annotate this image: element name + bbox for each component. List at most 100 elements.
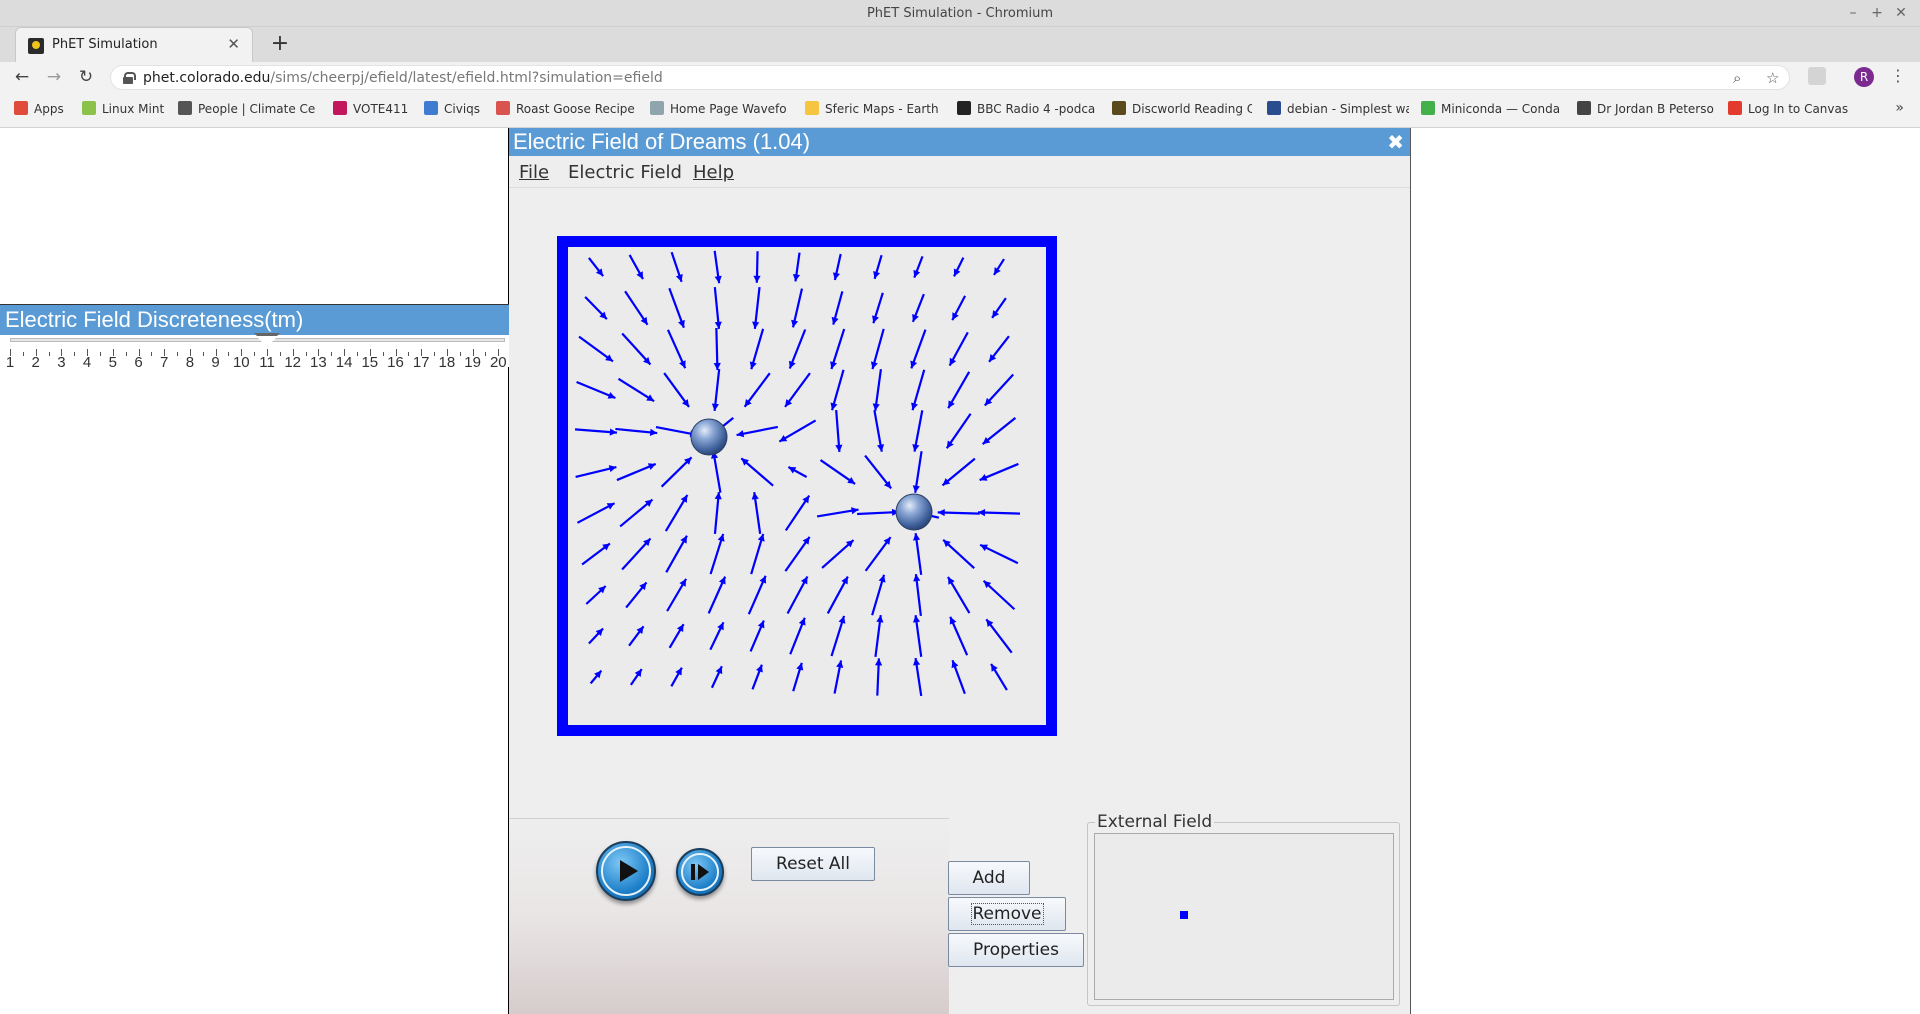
slider-tick-label: 13 [310, 354, 327, 371]
external-field-canvas[interactable] [1094, 833, 1394, 1000]
slider-minor-tick [202, 352, 204, 356]
field-vector-head [875, 658, 883, 666]
slider-tick-label: 20 [489, 354, 507, 371]
add-button[interactable]: Add [948, 861, 1030, 895]
field-vector-head [713, 362, 721, 370]
bookmark-item[interactable]: VOTE411 [333, 101, 411, 119]
slider-tick-label: 11 [259, 354, 275, 371]
bookmark-item[interactable]: People | Climate Ce [178, 101, 320, 119]
window-titlebar: PhET Simulation - Chromium – + ✕ [0, 0, 1920, 27]
bookmark-item[interactable]: BBC Radio 4 -podca [957, 101, 1097, 119]
bookmark-label: Apps [34, 102, 64, 116]
play-icon [620, 860, 638, 882]
back-icon[interactable]: ← [11, 66, 33, 88]
slider-tick-label: 15 [361, 354, 379, 371]
slider-minor-tick [382, 352, 384, 356]
tab-close-icon[interactable]: ✕ [227, 35, 240, 53]
discreteness-header: Electric Field Discreteness(tm) [0, 304, 509, 335]
forward-icon[interactable]: → [43, 66, 65, 88]
slider-minor-tick [22, 352, 24, 356]
menu-help[interactable]: Help [693, 162, 734, 183]
tab-phet-simulation[interactable]: PhET Simulation ✕ [15, 27, 253, 62]
bookmark-label: Sferic Maps - Earth [825, 102, 939, 116]
bookmark-label: Home Page Wavefo [670, 102, 787, 116]
bookmark-item[interactable]: Roast Goose Recipe [496, 101, 636, 119]
slider-minor-tick [125, 352, 127, 356]
bookmark-item[interactable]: Home Page Wavefo [650, 101, 795, 119]
charge-particle[interactable] [690, 418, 728, 456]
bookmark-icon [14, 101, 28, 115]
external-field-label: External Field [1095, 812, 1215, 832]
browser-toolbar: ← → ↻ phet.colorado.edu/sims/cheerpj/efi… [0, 62, 1920, 92]
bookmark-item[interactable]: Dr Jordan B Peterso [1577, 101, 1717, 119]
field-vector-head [649, 428, 658, 436]
reload-icon[interactable]: ↻ [75, 66, 97, 88]
discreteness-slider[interactable]: 1 2 3 4 5 6 7 8 9 10 11 12 13 14 15 16 17 18 19 20 [0, 333, 509, 371]
play-button[interactable] [596, 841, 656, 901]
external-field-handle[interactable] [1180, 911, 1188, 919]
step-button[interactable] [676, 848, 724, 896]
field-vector-head [937, 508, 945, 517]
slider-tick-label: 7 [160, 354, 169, 371]
bookmark-item[interactable]: Civiqs [424, 101, 484, 119]
url-text[interactable]: phet.colorado.edu/sims/cheerpj/efield/la… [143, 70, 663, 86]
bookmark-item[interactable]: Linux Mint [82, 101, 172, 119]
menu-file[interactable]: File [519, 162, 549, 183]
field-vector-head [714, 492, 722, 500]
profile-avatar[interactable]: R [1854, 67, 1874, 87]
close-window-icon[interactable]: ✕ [1891, 3, 1911, 23]
bookmark-item[interactable]: Log In to Canvas [1728, 101, 1848, 119]
remove-button[interactable]: Remove [948, 897, 1066, 931]
slider-minor-tick [99, 352, 101, 356]
bookmark-label: People | Climate Ce [198, 102, 316, 116]
field-vector-head [736, 430, 745, 438]
slider-thumb[interactable] [256, 336, 278, 347]
menu-electric-field[interactable]: Electric Field [568, 162, 682, 183]
bookmark-label: debian - Simplest wa [1287, 102, 1409, 116]
zoom-icon[interactable]: ⌕ [1733, 69, 1741, 87]
slider-minor-tick [48, 352, 50, 356]
slider-tick-label: 6 [134, 354, 143, 371]
bookmark-star-icon[interactable]: ☆ [1766, 69, 1779, 87]
slider-tick-label: 2 [31, 354, 40, 371]
slider-minor-tick [485, 352, 487, 356]
browser-menu-icon[interactable]: ⋮ [1890, 66, 1906, 85]
field-vector-head [791, 319, 799, 328]
simulation-window: Electric Field of Dreams (1.04) ✖ File E… [509, 128, 1411, 1014]
bookmark-icon [424, 101, 438, 115]
electric-field-canvas[interactable] [557, 236, 1057, 736]
tab-label: PhET Simulation [52, 37, 158, 52]
slider-tick-label: 5 [108, 354, 117, 371]
slider-tick-label: 4 [82, 354, 92, 371]
field-vector-head [836, 660, 844, 668]
step-icon [698, 864, 709, 880]
field-vector-head [832, 272, 840, 280]
minimize-icon[interactable]: – [1843, 3, 1863, 23]
extension-icon[interactable] [1808, 67, 1826, 85]
bookmark-item[interactable]: Discworld Reading C [1112, 101, 1252, 119]
bookmark-icon [496, 101, 510, 115]
field-vector-head [675, 274, 683, 282]
bookmark-icon [1728, 101, 1742, 115]
bookmark-item[interactable]: debian - Simplest wa [1267, 101, 1409, 119]
new-tab-icon[interactable]: + [268, 32, 292, 56]
bookmark-item[interactable]: Sferic Maps - Earth [805, 101, 945, 119]
slider-minor-tick [228, 352, 230, 356]
window-title: PhET Simulation - Chromium [866, 6, 1054, 21]
close-simulation-icon[interactable]: ✖ [1387, 130, 1404, 154]
bookmarks-overflow-icon[interactable]: » [1895, 100, 1904, 116]
slider-minor-tick [177, 352, 179, 356]
bookmark-item[interactable]: Miniconda — Conda [1421, 101, 1561, 119]
slider-minor-tick [305, 352, 307, 356]
reset-all-button[interactable]: Reset All [751, 847, 875, 881]
maximize-icon[interactable]: + [1867, 3, 1887, 23]
charge-particle[interactable] [895, 493, 933, 531]
field-vector-head [835, 444, 843, 452]
field-vector-head [753, 275, 761, 283]
slider-tick-label: 19 [464, 354, 481, 371]
address-bar[interactable]: phet.colorado.edu/sims/cheerpj/efield/la… [110, 65, 1790, 90]
bookmark-item[interactable]: Apps [14, 101, 74, 119]
properties-button[interactable]: Properties [948, 933, 1084, 967]
bookmark-icon [1267, 101, 1281, 115]
field-vectors [574, 250, 1021, 697]
